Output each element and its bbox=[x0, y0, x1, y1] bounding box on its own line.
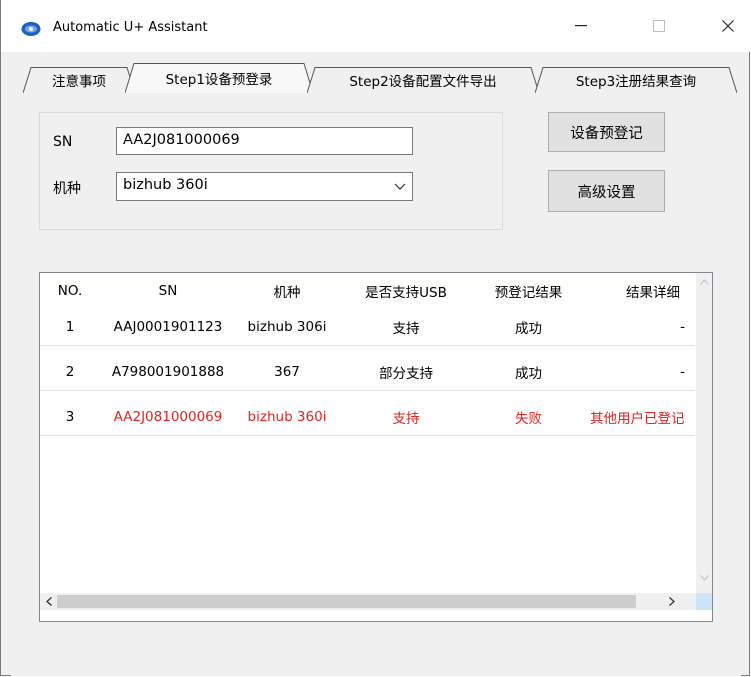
row-detail: 其他用户已登记 bbox=[590, 411, 685, 427]
row-usb: 支持 bbox=[392, 321, 420, 337]
tab-step3-label: Step3注册结果查询 bbox=[575, 74, 697, 90]
row-model: 367 bbox=[274, 364, 300, 380]
close-button[interactable] bbox=[706, 10, 750, 42]
row-detail: - bbox=[680, 364, 685, 380]
row-no: 2 bbox=[65, 364, 75, 380]
chevron-down-icon bbox=[394, 183, 406, 190]
scrollbar-corner bbox=[696, 593, 712, 610]
chevron-down-icon bbox=[700, 574, 709, 581]
header-usb[interactable]: 是否支持USB bbox=[339, 273, 473, 309]
title-bar: Automatic U+ Assistant bbox=[1, 0, 751, 52]
table-row-error[interactable]: 3 AA2J081000069 bizhub 360i 支持 失败 其他用户已登… bbox=[40, 399, 695, 435]
close-icon bbox=[722, 20, 734, 32]
row-result: 失败 bbox=[515, 411, 542, 427]
header-model[interactable]: 机种 bbox=[236, 273, 338, 309]
chevron-left-icon bbox=[45, 597, 52, 606]
tab-notes-label: 注意事项 bbox=[52, 74, 106, 90]
horizontal-scrollbar[interactable] bbox=[40, 593, 696, 610]
horizontal-scroll-thumb[interactable] bbox=[57, 595, 636, 608]
vertical-scrollbar[interactable] bbox=[696, 273, 712, 603]
row-usb: 部分支持 bbox=[379, 366, 433, 382]
row-divider bbox=[40, 345, 695, 346]
tab-step2-label: Step2设备配置文件导出 bbox=[349, 74, 497, 90]
row-no: 1 bbox=[65, 319, 75, 335]
row-result: 成功 bbox=[515, 321, 542, 337]
maximize-button[interactable] bbox=[637, 10, 681, 42]
header-detail[interactable]: 结果详细 bbox=[584, 273, 695, 309]
row-divider bbox=[40, 435, 695, 436]
row-model: bizhub 306i bbox=[247, 319, 327, 335]
step1-tab-page: SN AA2J081000069 机种 bizhub 360i 设备预登记 高级… bbox=[11, 92, 741, 676]
tab-strip: 注意事项 Step1设备预登录 Step2设备配置文件导出 Step3注册结果查… bbox=[1, 52, 751, 93]
tab-step1-label: Step1设备预登录 bbox=[165, 72, 273, 88]
row-usb: 支持 bbox=[392, 411, 420, 427]
tab-step3[interactable]: Step3注册结果查询 bbox=[535, 67, 737, 93]
app-window: Automatic U+ Assistant 注意事项 Step1设备预登录 S… bbox=[0, 0, 751, 676]
tab-notes[interactable]: 注意事项 bbox=[23, 67, 135, 93]
header-no[interactable]: NO. bbox=[40, 273, 100, 309]
row-result: 成功 bbox=[515, 366, 542, 382]
tab-step1[interactable]: Step1设备预登录 bbox=[125, 63, 313, 93]
row-no: 3 bbox=[65, 409, 75, 425]
device-preregister-button[interactable]: 设备预登记 bbox=[548, 112, 665, 152]
table-row[interactable]: 1 AAJ0001901123 bizhub 306i 支持 成功 - bbox=[40, 309, 695, 345]
app-logo-icon bbox=[21, 22, 41, 36]
header-sn[interactable]: SN bbox=[101, 273, 235, 309]
sn-input[interactable]: AA2J081000069 bbox=[116, 127, 413, 155]
tab-step2[interactable]: Step2设备配置文件导出 bbox=[307, 67, 539, 93]
maximize-icon bbox=[653, 20, 665, 32]
sn-label: SN bbox=[53, 134, 73, 150]
row-sn: AAJ0001901123 bbox=[113, 319, 223, 335]
scroll-down-button[interactable] bbox=[696, 569, 712, 586]
row-detail: - bbox=[680, 319, 685, 335]
result-table[interactable]: NO. SN 机种 是否支持USB 预登记结果 结果详细 1 AAJ000190… bbox=[39, 272, 713, 622]
model-label: 机种 bbox=[53, 181, 81, 197]
row-sn: AA2J081000069 bbox=[113, 409, 223, 425]
table-row[interactable]: 2 A798001901888 367 部分支持 成功 - bbox=[40, 354, 695, 390]
table-header-row: NO. SN 机种 是否支持USB 预登记结果 结果详细 bbox=[40, 273, 695, 309]
model-select-value: bizhub 360i bbox=[123, 177, 208, 193]
scroll-right-button[interactable] bbox=[663, 593, 680, 610]
row-divider bbox=[40, 390, 695, 391]
scroll-up-button[interactable] bbox=[696, 273, 712, 290]
window-title: Automatic U+ Assistant bbox=[53, 20, 208, 35]
minimize-icon bbox=[575, 25, 587, 27]
chevron-right-icon bbox=[668, 597, 675, 606]
advanced-settings-button[interactable]: 高级设置 bbox=[548, 170, 665, 212]
chevron-up-icon bbox=[700, 278, 709, 285]
minimize-button[interactable] bbox=[559, 10, 603, 42]
header-result[interactable]: 预登记结果 bbox=[474, 273, 583, 309]
row-sn: A798001901888 bbox=[111, 364, 225, 380]
scroll-left-button[interactable] bbox=[40, 593, 57, 610]
row-model: bizhub 360i bbox=[247, 409, 327, 425]
model-select[interactable]: bizhub 360i bbox=[116, 172, 413, 201]
